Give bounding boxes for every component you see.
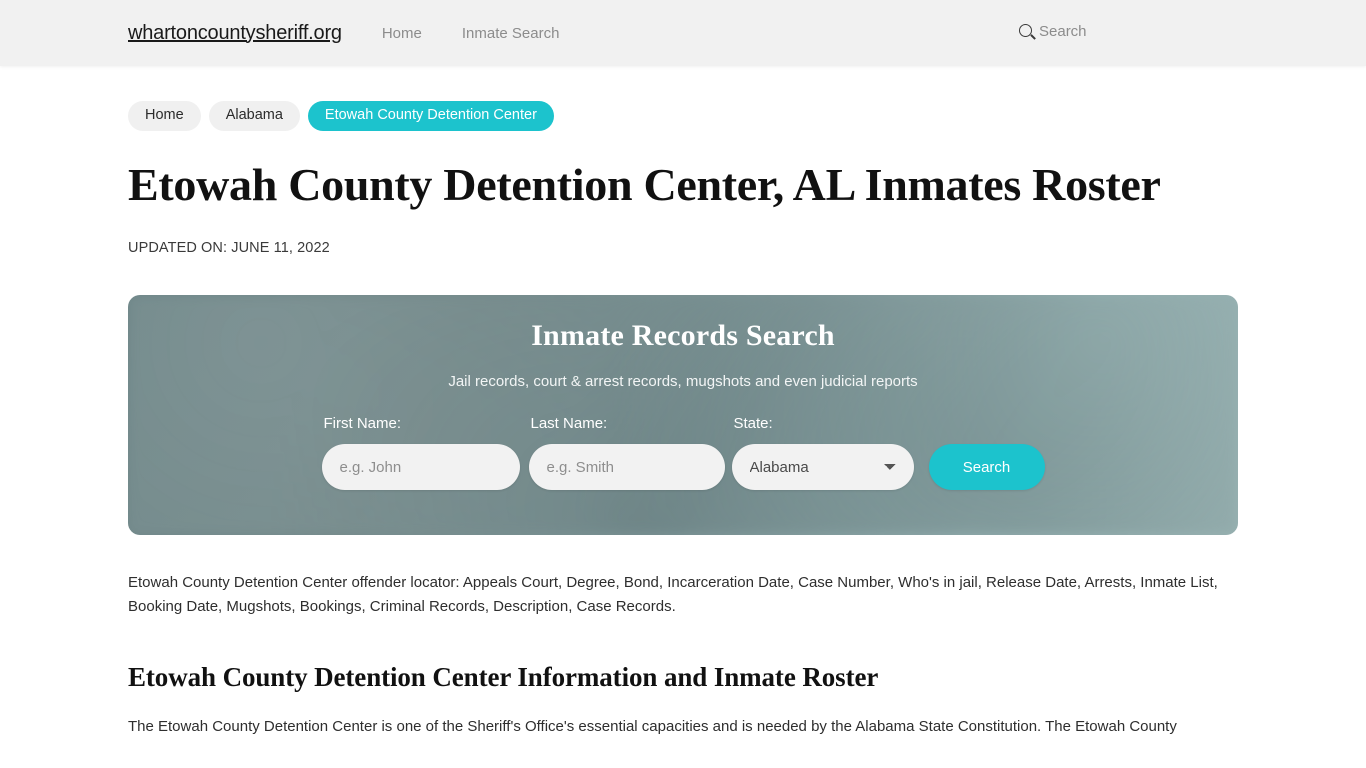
last-name-input[interactable] xyxy=(528,444,725,491)
offender-locator-description: Etowah County Detention Center offender … xyxy=(128,574,1218,616)
breadcrumb-item-current: Etowah County Detention Center xyxy=(307,101,554,131)
search-icon xyxy=(1019,24,1032,37)
first-name-field-group: First Name: xyxy=(321,415,520,491)
breadcrumb: Home Alabama Etowah County Detention Cen… xyxy=(128,101,1238,131)
inmate-records-search-panel: Inmate Records Search Jail records, cour… xyxy=(128,295,1238,536)
section-heading-information-roster: Etowah County Detention Center Informati… xyxy=(128,662,879,693)
breadcrumb-item-home[interactable]: Home xyxy=(128,101,201,131)
updated-date: UPDATED ON: JUNE 11, 2022 xyxy=(128,240,330,257)
last-name-field-group: Last Name: xyxy=(528,415,725,491)
page-content: Home Alabama Etowah County Detention Cen… xyxy=(0,101,1366,739)
state-select[interactable]: Alabama xyxy=(731,444,914,491)
search-panel-subtitle: Jail records, court & arrest records, mu… xyxy=(448,373,918,391)
first-name-input[interactable] xyxy=(321,444,520,491)
state-label: State: xyxy=(733,415,773,433)
section-body-text: The Etowah County Detention Center is on… xyxy=(128,718,1177,736)
nav-item-home[interactable]: Home xyxy=(382,25,422,42)
inmate-search-form: First Name: Last Name: State: Alabama Se… xyxy=(128,415,1238,491)
main-nav: Home Inmate Search xyxy=(382,25,560,42)
page-title: Etowah County Detention Center, AL Inmat… xyxy=(128,158,1161,210)
search-submit-button[interactable]: Search xyxy=(928,444,1045,491)
first-name-label: First Name: xyxy=(323,415,402,433)
search-panel-title: Inmate Records Search xyxy=(531,319,835,353)
header-search-label: Search xyxy=(1039,23,1087,40)
state-field-group: State: Alabama xyxy=(731,415,914,491)
header-search[interactable]: Search xyxy=(1019,23,1087,40)
breadcrumb-item-alabama[interactable]: Alabama xyxy=(208,101,300,131)
site-header: whartoncountysheriff.org Home Inmate Sea… xyxy=(0,0,1366,66)
site-brand[interactable]: whartoncountysheriff.org xyxy=(128,22,342,45)
nav-item-inmate-search[interactable]: Inmate Search xyxy=(462,25,560,42)
last-name-label: Last Name: xyxy=(530,415,608,433)
